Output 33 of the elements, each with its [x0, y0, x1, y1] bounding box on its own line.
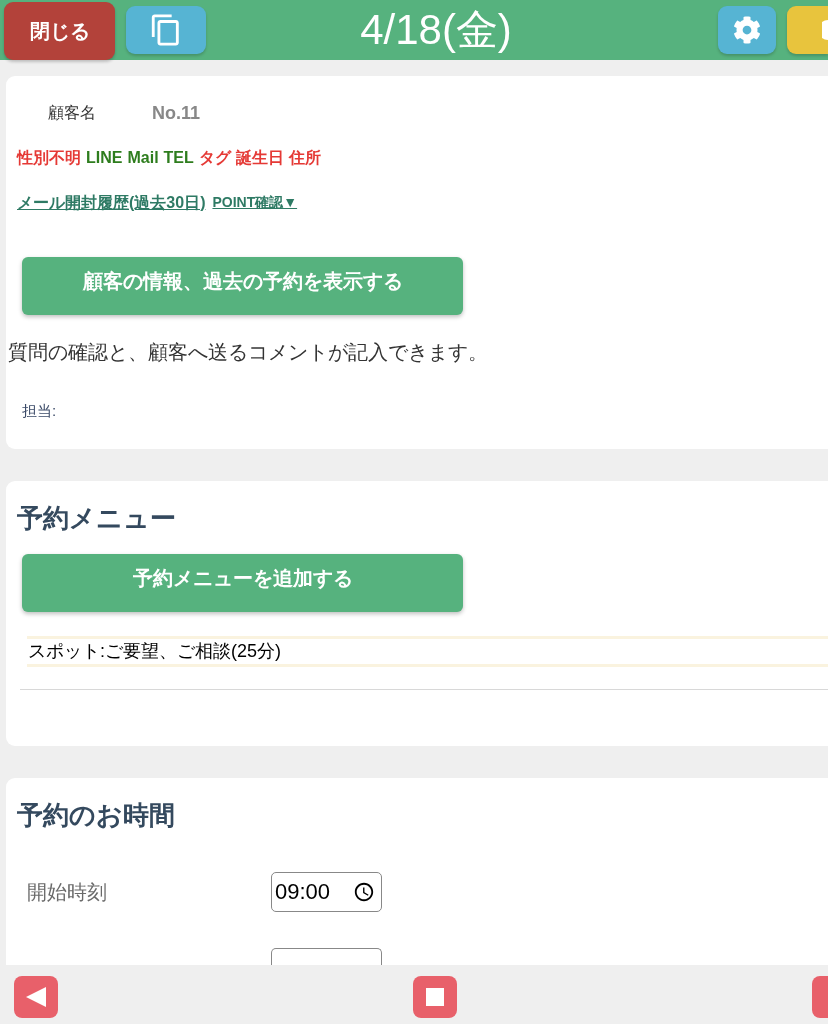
- stop-button[interactable]: [413, 976, 457, 1018]
- back-button[interactable]: [14, 976, 58, 1018]
- section-title: 予約のお時間: [16, 800, 176, 830]
- left-triangle-icon: [26, 987, 46, 1007]
- copy-button[interactable]: [126, 6, 206, 54]
- instruction-text: 質問の確認と、顧客へ送るコメントが記入できます。: [8, 340, 489, 365]
- time-label: 開始時刻: [27, 879, 107, 905]
- customer-tag: タグ: [198, 147, 231, 169]
- clock-icon: [353, 881, 375, 903]
- customer-tag: LINE: [86, 149, 123, 167]
- time-field[interactable]: 09:00: [271, 872, 382, 912]
- menu-item[interactable]: スポット:ご要望、ご相談(25分): [27, 636, 828, 667]
- time-field[interactable]: [271, 948, 382, 965]
- customer-tag: 誕生日: [235, 147, 284, 169]
- square-icon: [426, 988, 444, 1006]
- customer-tag: Mail: [127, 149, 159, 167]
- text-link[interactable]: メール開封履歴(過去30日): [17, 192, 206, 214]
- settings-button[interactable]: [718, 6, 776, 54]
- add-menu-button[interactable]: 予約メニューを追加する: [22, 554, 463, 612]
- customer-tag: 性別不明: [17, 147, 81, 169]
- date-title: 4/18(金): [360, 6, 512, 53]
- customer-tag: TEL: [163, 149, 194, 167]
- show-customer-info-button[interactable]: 顧客の情報、過去の予約を表示する: [22, 257, 463, 315]
- customer-name-value: No.11: [152, 102, 201, 124]
- text-link[interactable]: POINT確認▼: [212, 194, 298, 212]
- close-button[interactable]: 閉じる: [4, 2, 115, 60]
- toolbar-button[interactable]: [787, 6, 828, 54]
- settings-icon: [733, 16, 761, 44]
- staff-label: 担当:: [22, 401, 58, 421]
- nav-button[interactable]: [812, 976, 828, 1018]
- section-title: 予約メニュー: [16, 503, 177, 533]
- customer-tag: 住所: [288, 147, 321, 169]
- customer-name-label: 顧客名: [48, 102, 97, 123]
